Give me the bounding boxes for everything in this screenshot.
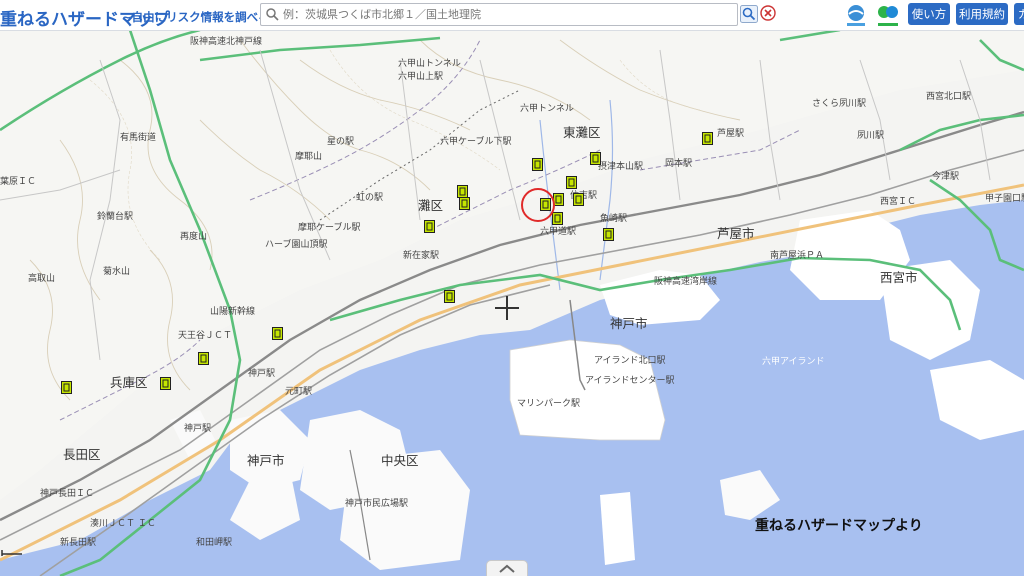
shelter-icon[interactable] (552, 212, 563, 225)
map-label-suma: 湊川ＪＣＴ ＩＣ (90, 519, 156, 529)
map-label-marine-park: マリンパーク駅 (517, 399, 581, 409)
map-label-rokko-tunnel2: 六甲トンネル (520, 104, 574, 114)
shelter-icon[interactable] (532, 158, 543, 171)
map-label-island-center: アイランドセンター駅 (585, 376, 675, 386)
map-label-shukugawa: 夙川駅 (857, 131, 885, 141)
map-label-kobe-station: 神戸駅 (184, 424, 212, 434)
shelter-icon[interactable] (61, 381, 72, 394)
map-label-hanshin-exp: 阪神高速北神戸線 (190, 37, 263, 47)
map-label-minami-ashiya: 南芦屋浜ＰＡ (770, 251, 825, 261)
app-header: 重ねるハザードマップ ~自由にリスク情報を調べる~ 使い方 利用規約 ガ (0, 0, 1024, 31)
map-label-okamoto: 岡本駅 (665, 159, 693, 169)
app-subtitle: ~自由にリスク情報を調べる~ (122, 10, 280, 24)
map-label-nagata-ic: 神戸長田ＩＣ (40, 489, 95, 499)
map-label-niji: 虹の駅 (356, 193, 384, 203)
map-label-imazu: 今津駅 (932, 172, 960, 182)
map-label-island-kita: アイランド北口駅 (594, 356, 666, 366)
map-label-nagata: 長田区 (63, 447, 101, 462)
search-box[interactable] (260, 3, 738, 26)
map-label-shinzaike: 新在家駅 (403, 251, 440, 261)
shelter-icon[interactable] (590, 152, 601, 165)
image-credit-caption: 重ねるハザードマップより (755, 518, 923, 534)
map-label-wadamisaki: 和田岬駅 (196, 538, 233, 548)
shelter-icon[interactable] (702, 132, 713, 145)
map-label-ashiya-city: 芦屋市 (717, 226, 755, 241)
clear-search-button[interactable] (760, 5, 776, 21)
map-label-sanyo: 山陽新幹線 (210, 307, 256, 317)
map-label-ashiya: 芦屋駅 (717, 129, 745, 139)
shelter-icon[interactable] (424, 220, 435, 233)
map-label-koshienguchi: 甲子園口駅 (985, 194, 1024, 204)
map-label-shinnagata: 新長田駅 (60, 538, 97, 548)
howto-button[interactable]: 使い方 (908, 3, 950, 25)
shelter-icon[interactable] (573, 193, 584, 206)
map-label-nishinomiya-kita: 西宮北口駅 (926, 92, 972, 102)
hazard-map[interactable]: 六甲山トンネル 六甲山上駅 六甲トンネル 六甲ケーブル下駅 東灘区 灘区 芦屋市… (0, 30, 1024, 576)
map-center-crosshair-icon (495, 296, 519, 320)
map-label-nishinomiya-ic: 西宮ＩＣ (880, 197, 917, 207)
terms-button[interactable]: 利用規約 (956, 3, 1008, 25)
map-label-suzurandai: 鈴蘭台駅 (97, 212, 134, 222)
shelter-icon[interactable] (160, 377, 171, 390)
search-field-icon (266, 8, 279, 21)
search-input[interactable] (283, 6, 723, 22)
map-label-koshien: 阪神高速湾岸線 (654, 277, 718, 287)
map-label-nada: 灘区 (418, 198, 444, 213)
map-label-nishinomiya: 西宮市 (880, 270, 918, 285)
map-label-kobe-city2: 神戸市 (247, 453, 285, 468)
guide-button[interactable]: ガ (1014, 3, 1024, 25)
map-label-futatabi: 再度山 (180, 232, 208, 242)
map-label-uozaki: 魚崎駅 (600, 214, 628, 224)
map-label-rokko-station: 六甲道駅 (540, 227, 577, 237)
map-label-kikusui: 菊水山 (103, 267, 131, 277)
scale-bar-icon (1, 550, 22, 556)
shelter-icon[interactable] (444, 290, 455, 303)
map-label-rokko-tunnel: 六甲山トンネル (398, 59, 461, 69)
map-label-arima: 有馬街道 (120, 133, 157, 143)
map-label-hyogo: 兵庫区 (110, 375, 148, 390)
map-label-sakura: さくら夙川駅 (812, 99, 867, 109)
map-label-hoshi: 星の駅 (327, 137, 355, 147)
map-label-chuo: 中央区 (381, 453, 419, 468)
selected-location-marker[interactable] (521, 188, 555, 222)
map-label-rokko-kami: 六甲山上駅 (398, 72, 444, 82)
map-label-settsu: 摂津本山駅 (598, 162, 644, 172)
shelter-icon[interactable] (459, 197, 470, 210)
map-label-mayacable: 摩耶ケーブル駅 (298, 223, 361, 233)
chevron-up-icon (499, 564, 515, 573)
shelter-icon[interactable] (566, 176, 577, 189)
map-label-rokko-cable: 六甲ケーブル下駅 (440, 137, 512, 147)
mlit-logo-icon[interactable] (843, 2, 869, 28)
map-label-shinkobe: 神戸駅 (248, 369, 276, 379)
map-label-kobe-ic: 葉原ＩＣ (0, 177, 37, 187)
map-label-tenno: 天王谷ＪＣＴ (178, 331, 233, 341)
map-label-higashinada: 東灘区 (563, 125, 601, 140)
bottom-panel-toggle-button[interactable] (486, 560, 528, 576)
map-label-harb: ハーブ園山頂駅 (265, 240, 328, 250)
map-label-kenchomae: 元町駅 (285, 387, 313, 397)
map-label-sea: 六甲アイランド (762, 357, 825, 367)
shelter-icon[interactable] (198, 352, 209, 365)
map-label-mayasan: 摩耶山 (295, 152, 323, 162)
shelter-icon[interactable] (272, 327, 283, 340)
search-button[interactable] (740, 5, 758, 23)
map-label-takatori: 高取山 (28, 274, 56, 284)
map-label-harbor: 神戸市民広場駅 (345, 499, 409, 509)
shelter-icon[interactable] (603, 228, 614, 241)
map-label-kobe-city: 神戸市 (610, 316, 648, 331)
gsi-logo-icon[interactable] (875, 2, 901, 28)
